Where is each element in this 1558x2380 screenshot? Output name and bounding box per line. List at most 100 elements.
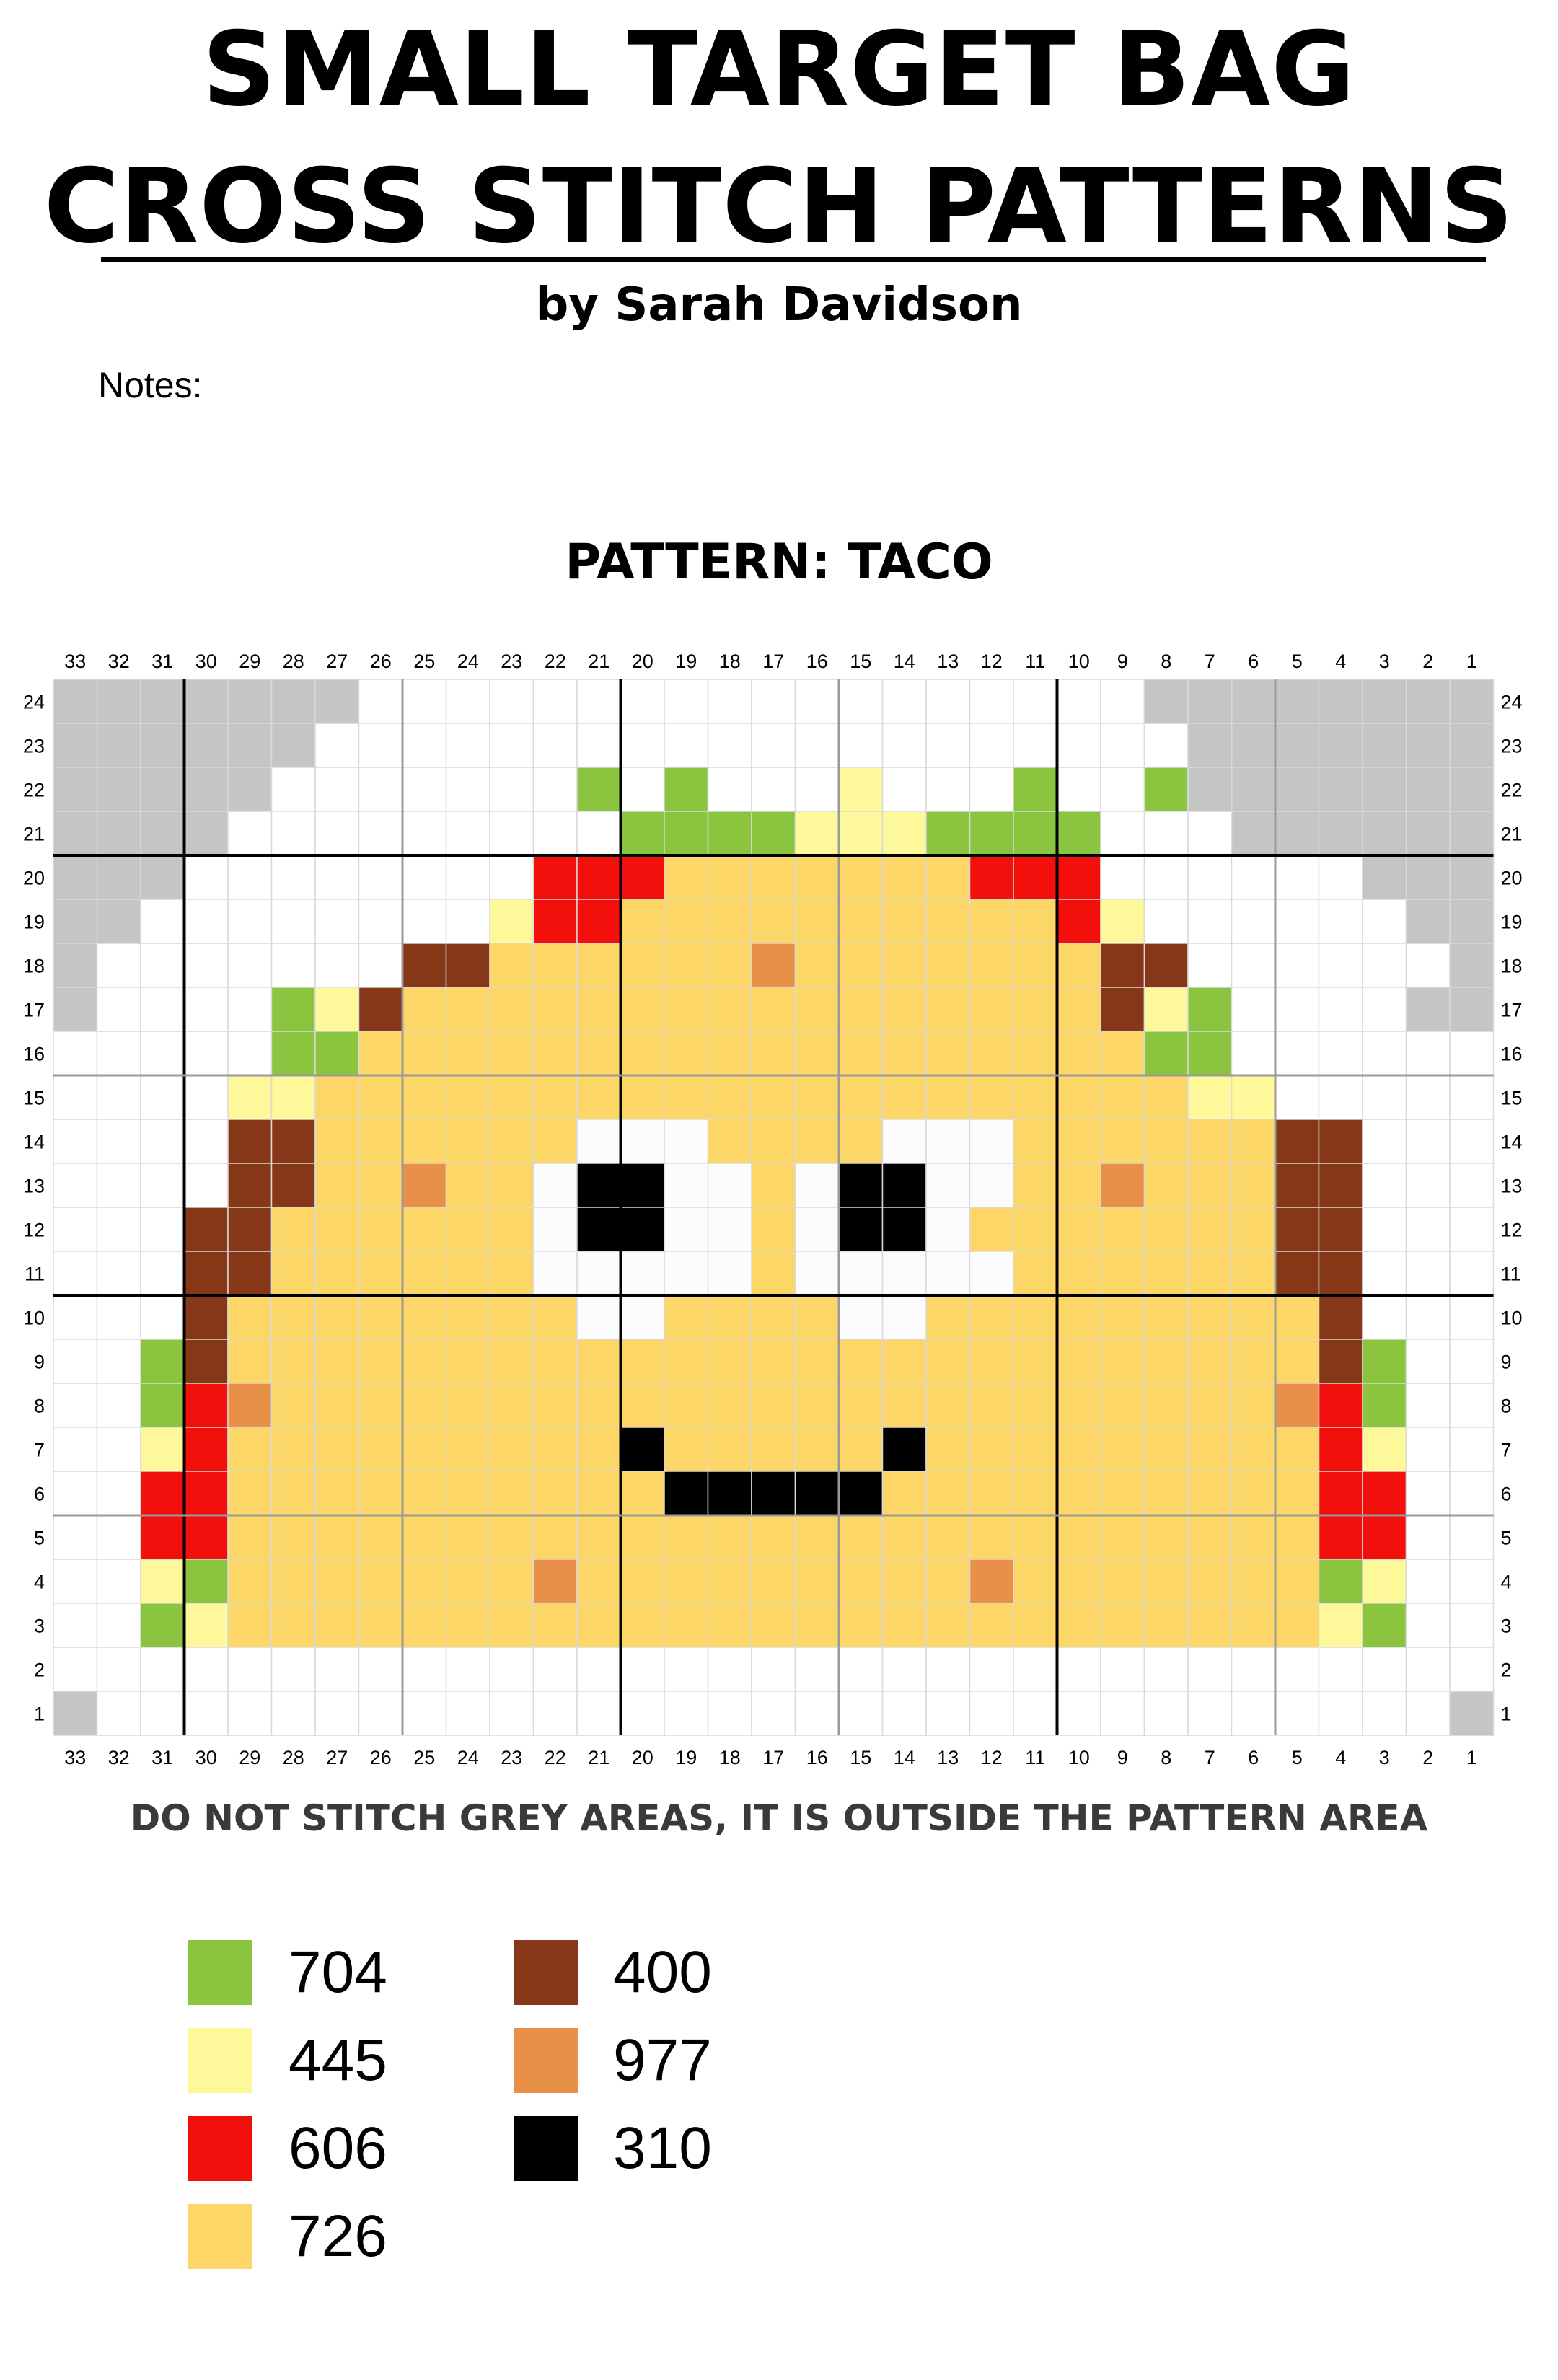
stitch-cell <box>532 811 578 856</box>
stitch-cell <box>969 1031 1014 1076</box>
column-number-bottom: 20 <box>632 1747 653 1768</box>
stitch-cell <box>969 1295 1014 1340</box>
stitch-cell <box>707 1647 752 1692</box>
stitch-cell <box>532 1427 578 1472</box>
stitch-cell <box>532 1251 578 1296</box>
legend-code: 606 <box>289 2115 387 2181</box>
row-number-left: 19 <box>23 912 45 933</box>
stitch-cell <box>925 1471 971 1516</box>
stitch-cell <box>925 1207 971 1252</box>
stitch-cell <box>751 1251 796 1296</box>
column-number-bottom: 4 <box>1335 1747 1346 1768</box>
column-number-top: 22 <box>545 651 566 672</box>
stitch-cell <box>1187 1207 1233 1252</box>
stitch-cell <box>1187 1559 1233 1604</box>
stitch-cell <box>445 899 490 944</box>
stitch-cell <box>794 767 840 812</box>
row-number-right: 24 <box>1501 692 1523 713</box>
column-number-bottom: 21 <box>588 1747 609 1768</box>
stitch-cell <box>794 1251 840 1296</box>
stitch-cell <box>1100 1251 1145 1296</box>
stitch-cell <box>358 899 403 944</box>
stitch-cell <box>358 1383 403 1428</box>
stitch-cell <box>1449 679 1495 724</box>
stitch-cell <box>620 1251 665 1296</box>
stitch-cell <box>881 767 927 812</box>
stitch-cell <box>881 1295 927 1340</box>
stitch-cell <box>96 1515 141 1560</box>
stitch-cell <box>838 1207 884 1252</box>
stitch-cell <box>1362 1075 1407 1120</box>
row-number-right: 22 <box>1501 780 1523 801</box>
stitch-cell <box>1405 1471 1451 1516</box>
stitch-cell <box>227 679 273 724</box>
stitch-cell <box>751 855 796 900</box>
stitch-cell <box>1143 1207 1189 1252</box>
stitch-cell <box>1405 899 1451 944</box>
stitch-cell <box>1013 767 1058 812</box>
column-number-top: 33 <box>64 651 86 672</box>
stitch-cell <box>532 987 578 1032</box>
stitch-cell <box>1362 899 1407 944</box>
stitch-cell <box>620 1515 665 1560</box>
row-number-left: 17 <box>23 1000 45 1021</box>
stitch-cell <box>532 1647 578 1692</box>
stitch-cell <box>620 1559 665 1604</box>
stitch-cell <box>1362 1647 1407 1692</box>
row-number-right: 19 <box>1501 912 1523 933</box>
row-number-left: 6 <box>34 1484 45 1505</box>
stitch-cell <box>925 943 971 988</box>
stitch-cell <box>402 1471 447 1516</box>
stitch-cell <box>1187 855 1233 900</box>
stitch-cell <box>1449 1031 1495 1076</box>
stitch-cell <box>1013 1691 1058 1736</box>
stitch-cell <box>1056 943 1101 988</box>
stitch-cell <box>1275 1295 1320 1340</box>
row-number-left: 21 <box>23 824 45 845</box>
stitch-cell <box>1275 855 1320 900</box>
stitch-cell <box>925 855 971 900</box>
stitch-cell <box>576 1031 622 1076</box>
stitch-cell <box>1449 767 1495 812</box>
stitch-cell <box>445 1251 490 1296</box>
stitch-cell <box>1275 723 1320 768</box>
stitch-cell <box>1231 1163 1276 1208</box>
stitch-cell <box>881 899 927 944</box>
stitch-cell <box>969 987 1014 1032</box>
stitch-cell <box>96 1559 141 1604</box>
stitch-cell <box>314 1515 360 1560</box>
stitch-cell <box>183 1251 229 1296</box>
stitch-cell <box>1231 1471 1276 1516</box>
stitch-cell <box>227 1471 273 1516</box>
stitch-cell <box>664 1119 709 1164</box>
row-number-right: 21 <box>1501 824 1523 845</box>
row-number-right: 12 <box>1501 1220 1523 1241</box>
stitch-cell <box>1449 855 1495 900</box>
stitch-cell <box>969 1471 1014 1516</box>
stitch-cell <box>1449 1383 1495 1428</box>
stitch-cell <box>969 1559 1014 1604</box>
stitch-cell <box>140 1295 185 1340</box>
stitch-cell <box>1405 1383 1451 1428</box>
stitch-cell <box>227 1559 273 1604</box>
stitch-cell <box>881 1163 927 1208</box>
stitch-cell <box>1275 1383 1320 1428</box>
stitch-cell <box>664 1075 709 1120</box>
stitch-cell <box>1318 1383 1363 1428</box>
stitch-cell <box>1013 1163 1058 1208</box>
stitch-cell <box>402 899 447 944</box>
stitch-cell <box>489 1075 534 1120</box>
stitch-cell <box>664 1383 709 1428</box>
stitch-cell <box>1100 1515 1145 1560</box>
stitch-cell <box>96 1603 141 1648</box>
stitch-cell <box>881 855 927 900</box>
stitch-cell <box>1405 1251 1451 1296</box>
stitch-cell <box>445 1119 490 1164</box>
stitch-cell <box>314 1559 360 1604</box>
stitch-cell <box>140 1119 185 1164</box>
stitch-cell <box>1275 899 1320 944</box>
stitch-cell <box>1056 1251 1101 1296</box>
stitch-cell <box>270 1251 316 1296</box>
stitch-cell <box>576 1163 622 1208</box>
stitch-cell <box>96 1075 141 1120</box>
